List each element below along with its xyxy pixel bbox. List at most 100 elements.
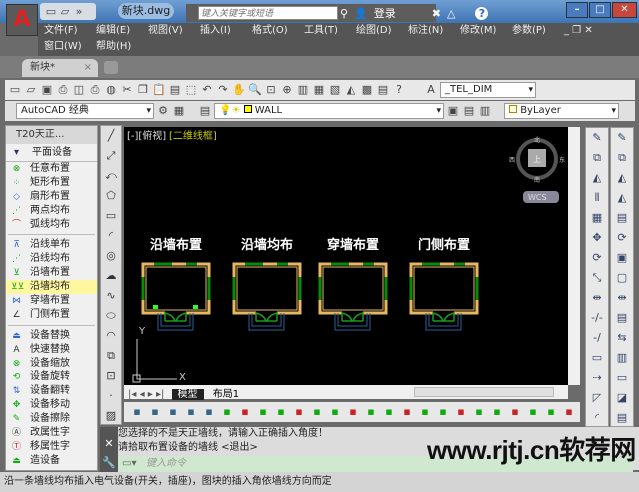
block-icon[interactable]: ▪ — [256, 405, 270, 419]
palette-item[interactable]: ⋰ 沿线均布 — [6, 252, 97, 266]
palette-item[interactable]: ⋈ 穿墙布置 — [6, 294, 97, 308]
flip-icon[interactable]: ▪ — [490, 405, 504, 419]
tool-palettes-icon[interactable]: ▧ — [328, 83, 342, 97]
palette-item[interactable]: ⊼ 沿线单布 — [6, 238, 97, 252]
table-icon[interactable]: ▪ — [544, 405, 558, 419]
menu-format[interactable]: 格式(O) — [246, 23, 298, 39]
palette-item[interactable]: ⏏ 设备替换 — [6, 329, 97, 343]
block-icon[interactable]: ▣ — [611, 248, 633, 268]
viewcube[interactable]: 上 北 南 东 西 — [509, 136, 565, 184]
minimize-button[interactable]: – — [566, 2, 588, 18]
stretch-icon[interactable]: ⇹ — [586, 288, 608, 308]
menu-modify[interactable]: 修改(M) — [454, 23, 506, 39]
undo-icon[interactable]: ↶ — [200, 83, 214, 97]
table-icon[interactable]: ▤ — [611, 208, 633, 228]
menu-edit[interactable]: 编辑(E) — [90, 23, 142, 39]
open-folder-icon[interactable]: ▱ — [58, 5, 72, 19]
palette-item[interactable]: ✎ 设备擦除 — [6, 412, 97, 426]
layout-icon[interactable]: ▥ — [611, 348, 633, 368]
palette-item[interactable]: ⋰ 两点均布 — [6, 204, 97, 218]
paste-icon[interactable]: 📋 — [152, 83, 166, 97]
menu-window[interactable]: 窗口(W) — [38, 39, 90, 55]
menu-parametric[interactable]: 参数(P) — [506, 23, 558, 39]
join-icon[interactable]: ⇢ — [586, 368, 608, 388]
redo-icon[interactable]: ↷ — [216, 83, 230, 97]
scale-icon[interactable]: ⤡ — [586, 268, 608, 288]
palette-item[interactable]: ⊗ 任意布置 — [6, 162, 97, 176]
publish-icon[interactable]: ⎙ — [88, 83, 102, 97]
equal-icon[interactable]: ▪ — [526, 405, 540, 419]
workspace-select[interactable]: AutoCAD 经典 — [16, 103, 154, 119]
polyline-icon[interactable]: ⤺ — [101, 166, 121, 186]
layer-previous-icon[interactable]: ▤ — [462, 104, 476, 118]
visual-style-label[interactable]: [二维线框] — [169, 129, 217, 142]
print-icon[interactable]: ⎙ — [56, 83, 70, 97]
circle-icon[interactable]: ◎ — [101, 246, 121, 266]
ellipse-icon[interactable]: ⬭ — [101, 306, 121, 326]
select-icon[interactable]: ▢ — [611, 268, 633, 288]
hatch-icon[interactable]: ▨ — [101, 406, 121, 426]
line-icon[interactable]: ╱ — [101, 126, 121, 146]
menu-dimension[interactable]: 标注(N) — [402, 23, 454, 39]
new-file-icon[interactable]: ▭ — [44, 5, 58, 19]
fillet-icon[interactable]: ◜ — [586, 408, 608, 428]
room-plan[interactable]: 沿墙布置 — [141, 237, 211, 331]
construction-line-icon[interactable]: ⤢ — [101, 146, 121, 166]
app-menu-button[interactable]: A — [6, 4, 38, 36]
match-properties-icon[interactable]: ▤ — [168, 83, 182, 97]
vertical-scrollbar[interactable] — [568, 127, 580, 385]
autodesk-a360-icon[interactable]: △ — [447, 7, 455, 20]
palette-item[interactable]: ✥ 设备移动 — [6, 398, 97, 412]
point-icon[interactable]: · — [101, 386, 121, 406]
tab-model[interactable]: 模型 — [171, 389, 204, 400]
flip-icon[interactable]: ⇆ — [611, 328, 633, 348]
file-tab-new-block[interactable]: 新块* × — [22, 59, 98, 77]
filter-icon[interactable]: ▪ — [184, 405, 198, 419]
copy-icon[interactable]: ❐ — [136, 83, 150, 97]
binoculars-icon[interactable]: ⚲ — [340, 7, 348, 20]
rotate-icon[interactable]: ⟳ — [586, 248, 608, 268]
copy-object-icon[interactable]: ⧉ — [586, 148, 608, 168]
region-icon[interactable]: ◭ — [611, 188, 633, 208]
workspace-settings-icon[interactable]: ⚙ — [156, 104, 170, 118]
pin-icon[interactable]: ▪ — [400, 405, 414, 419]
palette-item[interactable]: ⌒ 弧线均布 — [6, 218, 97, 232]
two-point-icon[interactable]: ▪ — [274, 405, 288, 419]
palette-item[interactable]: A 快速替换 — [6, 343, 97, 357]
select-box-icon[interactable]: ▪ — [436, 405, 450, 419]
menu-file[interactable]: 文件(F) — [38, 23, 90, 39]
chamfer-icon[interactable]: ◸ — [586, 388, 608, 408]
pan-icon[interactable]: ✋ — [232, 83, 246, 97]
help-icon[interactable]: ? — [392, 83, 406, 97]
calculator-icon[interactable]: ▤ — [376, 83, 390, 97]
palette-item[interactable]: ⊗ 设备缩放 — [6, 357, 97, 371]
room-plan[interactable]: 门侧布置 — [409, 237, 479, 331]
zoom-previous-icon[interactable]: ⊕ — [280, 83, 294, 97]
ellipse-arc-icon[interactable]: ◠ — [101, 326, 121, 346]
tab-layout1[interactable]: 布局1 — [207, 389, 245, 400]
palette-item[interactable]: ⁘ 矩形布置 — [6, 176, 97, 190]
make-block-icon[interactable]: ⊡ — [101, 366, 121, 386]
palette-item[interactable]: ⇅ 设备翻转 — [6, 384, 97, 398]
palette-item[interactable]: ⏏ 造设备 — [6, 454, 97, 468]
new-icon[interactable]: ▭ — [8, 83, 22, 97]
menu-insert[interactable]: 插入(I) — [194, 23, 246, 39]
zoom-window-icon[interactable]: ⊡ — [264, 83, 278, 97]
mirror-icon[interactable]: ◭ — [586, 168, 608, 188]
zoom-realtime-icon[interactable]: 🔍 — [248, 83, 262, 97]
move-icon[interactable]: ✥ — [586, 228, 608, 248]
close-button[interactable]: ✕ — [612, 2, 637, 18]
map-icon[interactable]: ▪ — [130, 405, 144, 419]
login-link[interactable]: 登录 — [374, 5, 396, 21]
erase-icon[interactable]: ▪ — [472, 405, 486, 419]
frame-icon[interactable]: ▭ — [611, 368, 633, 388]
palette-item[interactable]: Ⓣ 移属性字 — [6, 440, 97, 454]
arc-icon[interactable]: ◜ — [101, 226, 121, 246]
list-icon[interactable]: ▤ — [611, 308, 633, 328]
line-single-icon[interactable]: ▪ — [364, 405, 378, 419]
solid-icon[interactable]: ◭ — [611, 168, 633, 188]
palette-item[interactable]: ⊻⊻ 沿墙均布 — [6, 280, 97, 295]
doc-window-controls[interactable]: _ ❐ ✕ — [558, 23, 599, 39]
through-wall-icon[interactable]: ▪ — [346, 405, 360, 419]
pencil-icon[interactable]: ✎ — [611, 128, 633, 148]
